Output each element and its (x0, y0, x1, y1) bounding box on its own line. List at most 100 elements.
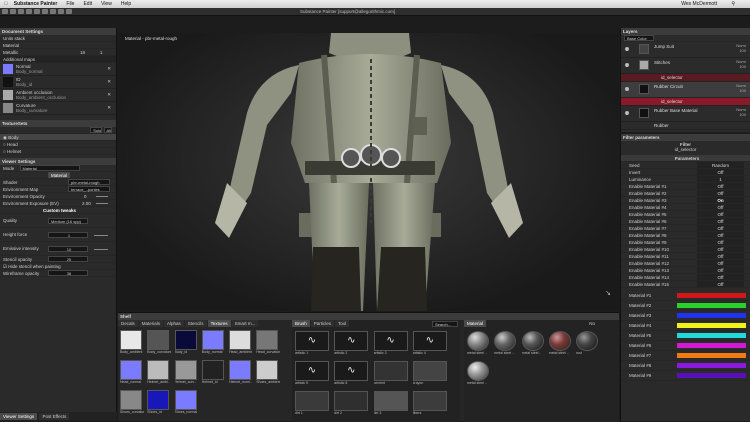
effect-item[interactable]: id_selector (621, 74, 750, 82)
height-force-slider[interactable] (94, 235, 108, 236)
apple-icon[interactable]:  (4, 1, 8, 7)
brush-item[interactable]: ∿ artistic 6 (334, 361, 370, 389)
color-swatch[interactable] (677, 323, 746, 328)
param-value[interactable]: Off (697, 204, 744, 210)
param-enable-11[interactable]: Enable Material #11 Off (621, 253, 750, 260)
texture-item[interactable]: Body_curvature (147, 330, 171, 358)
texture-set-head[interactable]: ○ Head (0, 141, 116, 148)
texture-item[interactable]: Helmet_curv.. (174, 360, 199, 388)
brush-item[interactable]: ∿ artistic 4 (412, 331, 449, 359)
param-enable-2[interactable]: Enable Material #2 Off (621, 190, 750, 197)
height-force-value[interactable]: 1 (48, 232, 88, 238)
material-color-1[interactable]: Material #1 (621, 291, 750, 301)
param-enable-4[interactable]: Enable Material #4 Off (621, 204, 750, 211)
color-swatch[interactable] (677, 293, 746, 298)
material-color-3[interactable]: Material #3 (621, 311, 750, 321)
brush-item[interactable]: dirt 3 (373, 391, 410, 419)
param-value[interactable]: Off (697, 274, 744, 280)
texture-item[interactable]: Shoes_ambient (256, 360, 280, 388)
param-value[interactable]: Off (697, 218, 744, 224)
map-item-normal[interactable]: Normal Body_normal ✕ (0, 63, 116, 76)
color-swatch[interactable] (677, 313, 746, 318)
param-value[interactable]: Off (697, 232, 744, 238)
param-enable-12[interactable]: Enable Material #12 Off (621, 260, 750, 267)
param-value[interactable]: Off (697, 253, 744, 259)
material-color-6[interactable]: Material #6 (621, 341, 750, 351)
all-button[interactable]: All (103, 127, 112, 133)
tab-tool[interactable]: Tool (335, 320, 350, 327)
param-value[interactable]: Off (697, 190, 744, 196)
texture-item[interactable]: Shoes_id (147, 390, 171, 418)
color-swatch[interactable] (677, 373, 746, 378)
tab-alphas[interactable]: Alphas (164, 320, 184, 327)
texture-item[interactable]: Shoes_curvature (120, 390, 144, 418)
material-color-5[interactable]: Material #5 (621, 331, 750, 341)
texture-item[interactable]: Helmet_id (201, 360, 226, 388)
env-opacity-slider[interactable] (96, 196, 108, 197)
picker-tool-icon[interactable] (34, 9, 40, 14)
metallic-value[interactable]: 18 (80, 49, 85, 55)
menu-help[interactable]: Help (121, 1, 131, 7)
texture-item[interactable]: Body_normal (201, 330, 226, 358)
color-swatch[interactable] (677, 303, 746, 308)
parameters-section[interactable]: Parameters (621, 155, 750, 162)
param-value[interactable]: Off (697, 211, 744, 217)
envmap-select[interactable]: terrace_..ponies (68, 186, 110, 192)
param-enable-8[interactable]: Enable Material #8 Off (621, 232, 750, 239)
metallic-row[interactable]: Metallic 18 1 (0, 49, 116, 56)
param-value[interactable]: Random (697, 162, 744, 168)
smudge-tool-icon[interactable] (58, 9, 64, 14)
character-model[interactable] (119, 33, 619, 311)
eye-icon[interactable] (625, 111, 629, 115)
param-value[interactable]: Off (697, 225, 744, 231)
search-icon[interactable]: ⚲ (731, 1, 735, 7)
material-tab[interactable]: Material (47, 172, 70, 178)
emissive-value[interactable]: 10 (48, 246, 88, 252)
layer-item[interactable]: Jump Suit Norm 100 (621, 42, 750, 58)
effect-item[interactable]: id_selector (621, 98, 750, 106)
brush-item[interactable]: ∿ artistic 5 (295, 361, 331, 389)
channel-select[interactable]: Base Color (624, 35, 654, 41)
tab-smart-materials[interactable]: Smart m... (231, 320, 259, 327)
eye-icon[interactable] (625, 47, 629, 51)
texture-item[interactable]: Head_ambient (229, 330, 253, 358)
param-enable-6[interactable]: Enable Material #6 Off (621, 218, 750, 225)
tab-post-effects[interactable]: Post Effects (39, 413, 70, 420)
material-color-8[interactable]: Material #8 (621, 361, 750, 371)
mode-select[interactable]: Material (19, 165, 80, 171)
tab-material[interactable]: Material (464, 320, 487, 327)
brush-item[interactable]: crayon (412, 361, 449, 389)
env-opacity-value[interactable]: 0 (84, 193, 87, 199)
material-item[interactable]: metal steel .. (467, 331, 491, 359)
brush-search-input[interactable]: Search... (432, 321, 458, 327)
texture-item[interactable]: Body_id (174, 330, 199, 358)
map-item-curvature[interactable]: Curvature Body_curvature ✕ (0, 102, 116, 115)
tab-textures[interactable]: Textures (207, 320, 231, 327)
paint-tool-icon[interactable] (2, 9, 8, 14)
material-item[interactable]: metal steel .. (521, 331, 546, 359)
tab-stencils[interactable]: Stencils (184, 320, 207, 327)
tab-decals[interactable]: Decals (118, 320, 138, 327)
texture-item[interactable]: Helmet_ambi.. (147, 360, 171, 388)
tab-viewer-settings[interactable]: Viewer Settings (0, 413, 38, 420)
map-item-id[interactable]: ID Body_id ✕ (0, 76, 116, 89)
channel-material-row[interactable]: Material (0, 42, 116, 49)
color-swatch[interactable] (677, 353, 746, 358)
param-enable-9[interactable]: Enable Material #9 Off (621, 239, 750, 246)
polygon-fill-icon[interactable] (50, 9, 56, 14)
custom-tweaks-button[interactable]: Custom tweaks (43, 208, 76, 213)
shader-select[interactable]: pbr-metal-rough (68, 179, 110, 185)
param-enable-7[interactable]: Enable Material #7 Off (621, 225, 750, 232)
material-item[interactable]: rust (576, 331, 600, 359)
texture-item[interactable]: Shoes_normal (174, 390, 199, 418)
param-value[interactable]: 1 (697, 176, 744, 182)
base-color-channel[interactable]: Base Color (621, 35, 750, 42)
brush-item[interactable]: dirt 2 (334, 391, 370, 419)
brush-item[interactable]: cement (373, 361, 410, 389)
material-color-7[interactable]: Material #7 (621, 351, 750, 361)
env-exposure-slider[interactable] (96, 203, 108, 204)
param-value[interactable]: Off (697, 169, 744, 175)
texture-item[interactable]: Head_normal (120, 360, 144, 388)
material-item[interactable]: metal steel .. (494, 331, 518, 359)
material-color-9[interactable]: Material #9 (621, 371, 750, 381)
